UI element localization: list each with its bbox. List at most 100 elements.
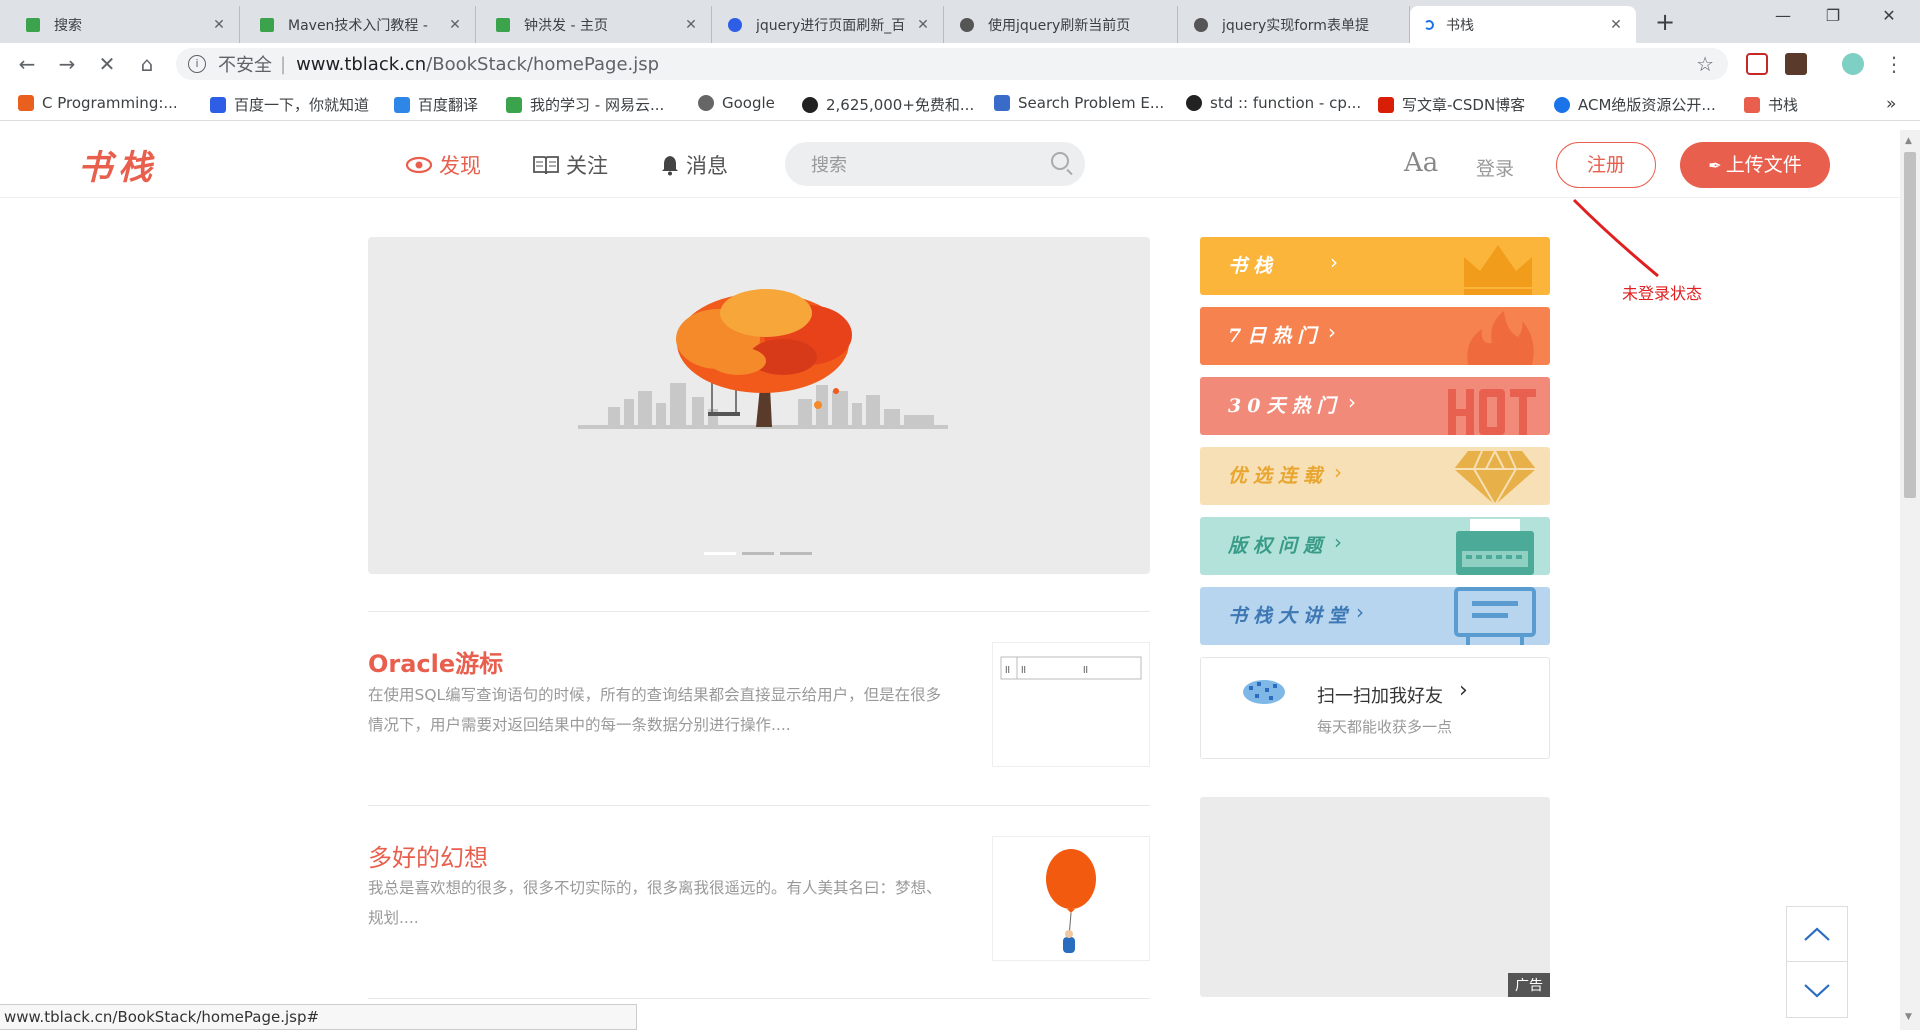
sidebar-banner-lecture-hall[interactable]: 书栈大讲堂 › [1200,587,1550,645]
nav-messages[interactable]: 消息 [660,150,728,180]
chevron-right-icon: › [1348,390,1356,414]
banner-label: 书栈大讲堂 [1228,605,1354,627]
foliage [676,289,852,393]
typewriter-icon [1456,519,1534,575]
advertisement[interactable]: 广告 [1200,797,1550,997]
banner-label: 30天热门 [1228,395,1342,417]
bell-icon [662,156,678,176]
chevron-right-icon: › [1356,600,1364,624]
tab-close-icon[interactable]: ✕ [915,17,931,33]
bookmarks-overflow-button[interactable]: » [1886,94,1896,114]
browser-tab[interactable]: 钟洪发 - 主页 ✕ [476,6,712,43]
minimize-icon[interactable]: — [1760,6,1806,25]
address-separator: | [280,53,287,75]
restore-window-icon[interactable]: ❐ [1810,6,1856,25]
browser-tab[interactable]: jquery进行页面刷新_百 ✕ [712,6,944,43]
extension-pocket-icon[interactable] [1746,53,1768,75]
tab-favicon-icon [1194,18,1208,32]
bookmark-item[interactable]: C Programming:... [18,94,178,112]
home-icon[interactable]: ⌂ [133,50,161,78]
bookmark-item[interactable]: ACM绝版资源公开... [1554,94,1716,115]
nav-follow[interactable]: 关注 [532,150,608,180]
browser-menu-icon[interactable]: ⋮ [1880,50,1908,78]
carousel-dot[interactable] [704,552,736,555]
tab-close-icon[interactable]: ✕ [447,17,463,33]
nav-label: 关注 [566,154,608,178]
bookmark-item[interactable]: 我的学习 - 网易云... [506,94,664,115]
bookmarks-bar: C Programming:... 百度一下，你就知道 百度翻译 我的学习 - … [0,85,1920,121]
browser-tab[interactable]: 搜索 ✕ [0,6,240,43]
divider [368,805,1150,806]
bookmark-favicon-icon [394,96,410,113]
forward-icon[interactable]: → [53,50,81,78]
browser-tab[interactable]: jquery实现form表单提 [1178,6,1410,43]
article-title[interactable]: 多好的幻想 [368,838,488,873]
site-info-icon[interactable]: i [188,55,206,73]
tab-close-icon[interactable]: ✕ [683,17,699,33]
bookmark-item[interactable]: Search Problem E... [994,94,1164,112]
article-thumbnail[interactable] [992,836,1150,961]
tab-close-icon[interactable]: ✕ [211,17,227,33]
profile-avatar-icon[interactable] [1842,53,1864,75]
bookmark-favicon-icon [18,95,34,111]
carousel-dot[interactable] [742,552,774,555]
bookmark-item[interactable]: 百度一下，你就知道 [210,94,369,115]
upload-label: 上传文件 [1725,154,1802,176]
site-search-input[interactable]: 搜索 [785,142,1085,186]
new-tab-button[interactable]: + [1655,8,1675,36]
bookmark-item[interactable]: 写文章-CSDN博客 [1378,94,1525,115]
scroll-to-bottom-button[interactable] [1787,963,1847,1018]
bookmark-item[interactable]: 百度翻译 [394,94,478,115]
carousel-dot[interactable] [780,552,812,555]
chevron-right-icon: › [1334,530,1342,554]
bookmark-item[interactable]: Google [698,94,775,112]
back-icon[interactable]: ← [13,50,41,78]
upload-button[interactable]: ✒ 上传文件 [1680,142,1830,188]
qr-friend-card[interactable]: 扫一扫加我好友 › 每天都能收获多一点 [1200,657,1550,759]
search-placeholder: 搜索 [811,155,847,176]
site-logo[interactable]: 书栈 [78,140,158,189]
browser-tab[interactable]: Maven技术入门教程 - ✕ [240,6,476,43]
close-window-icon[interactable]: ✕ [1866,6,1912,25]
flame-icon [1467,311,1534,365]
sidebar-banner-30day-hot[interactable]: 30天热门 › [1200,377,1550,435]
login-link[interactable]: 登录 [1476,154,1514,181]
bookmark-item[interactable]: 书栈 [1744,94,1798,115]
browser-status-bar: www.tblack.cn/BookStack/homePage.jsp# [0,1004,637,1030]
scroll-down-arrow-icon[interactable]: ▼ [1905,1012,1912,1022]
browser-tab[interactable]: 使用jquery刷新当前页 [944,6,1178,43]
tab-title: 书栈 [1446,17,1474,34]
sidebar-banner-featured-serial[interactable]: 优选连载 › [1200,447,1550,505]
register-button[interactable]: 注册 [1556,142,1656,188]
stop-loading-icon[interactable]: ✕ [93,50,121,78]
feather-icon: ✒ [1708,156,1722,175]
extension-icon[interactable] [1785,53,1807,75]
search-icon[interactable] [1051,152,1069,170]
tab-title: 搜索 [54,17,82,34]
banner-label: 7日热门 [1228,325,1323,347]
sidebar-banner-bookstack[interactable]: 书栈 › [1200,237,1550,295]
article-thumbnail[interactable]: ll ll ll [992,642,1150,767]
nav-discover[interactable]: 发现 [405,150,481,180]
bookmark-favicon-icon [994,95,1010,111]
tab-title: jquery进行页面刷新_百 [756,17,906,34]
article-title[interactable]: Oracle游标 [368,644,503,679]
page-scrollbar[interactable]: ▲ ▼ [1900,130,1920,1030]
sidebar-banner-7day-hot[interactable]: 7日热门 › [1200,307,1550,365]
scroll-to-top-button[interactable] [1787,907,1847,962]
bookmark-item[interactable]: 2,625,000+免费和... [802,94,974,115]
banner-carousel[interactable] [368,237,1150,574]
scroll-up-arrow-icon[interactable]: ▲ [1905,136,1912,146]
address-bar[interactable]: i 不安全 | www.tblack.cn/BookStack/homePage… [176,48,1728,80]
chevron-down-icon [1804,983,1830,997]
bookmark-item[interactable]: std :: function - cp... [1186,94,1361,112]
banner-label: 书栈 [1228,255,1279,277]
bookmark-favicon-icon [1744,96,1760,113]
browser-tab-active[interactable]: 书栈 ✕ [1410,6,1636,43]
qr-card-subtitle: 每天都能收获多一点 [1317,718,1453,736]
bookmark-star-icon[interactable]: ☆ [1696,52,1714,76]
tab-close-icon[interactable]: ✕ [1608,17,1624,33]
sidebar-banner-copyright[interactable]: 版权问题 › [1200,517,1550,575]
font-size-button[interactable]: Aa [1404,148,1438,178]
scrollbar-thumb[interactable] [1904,152,1916,498]
